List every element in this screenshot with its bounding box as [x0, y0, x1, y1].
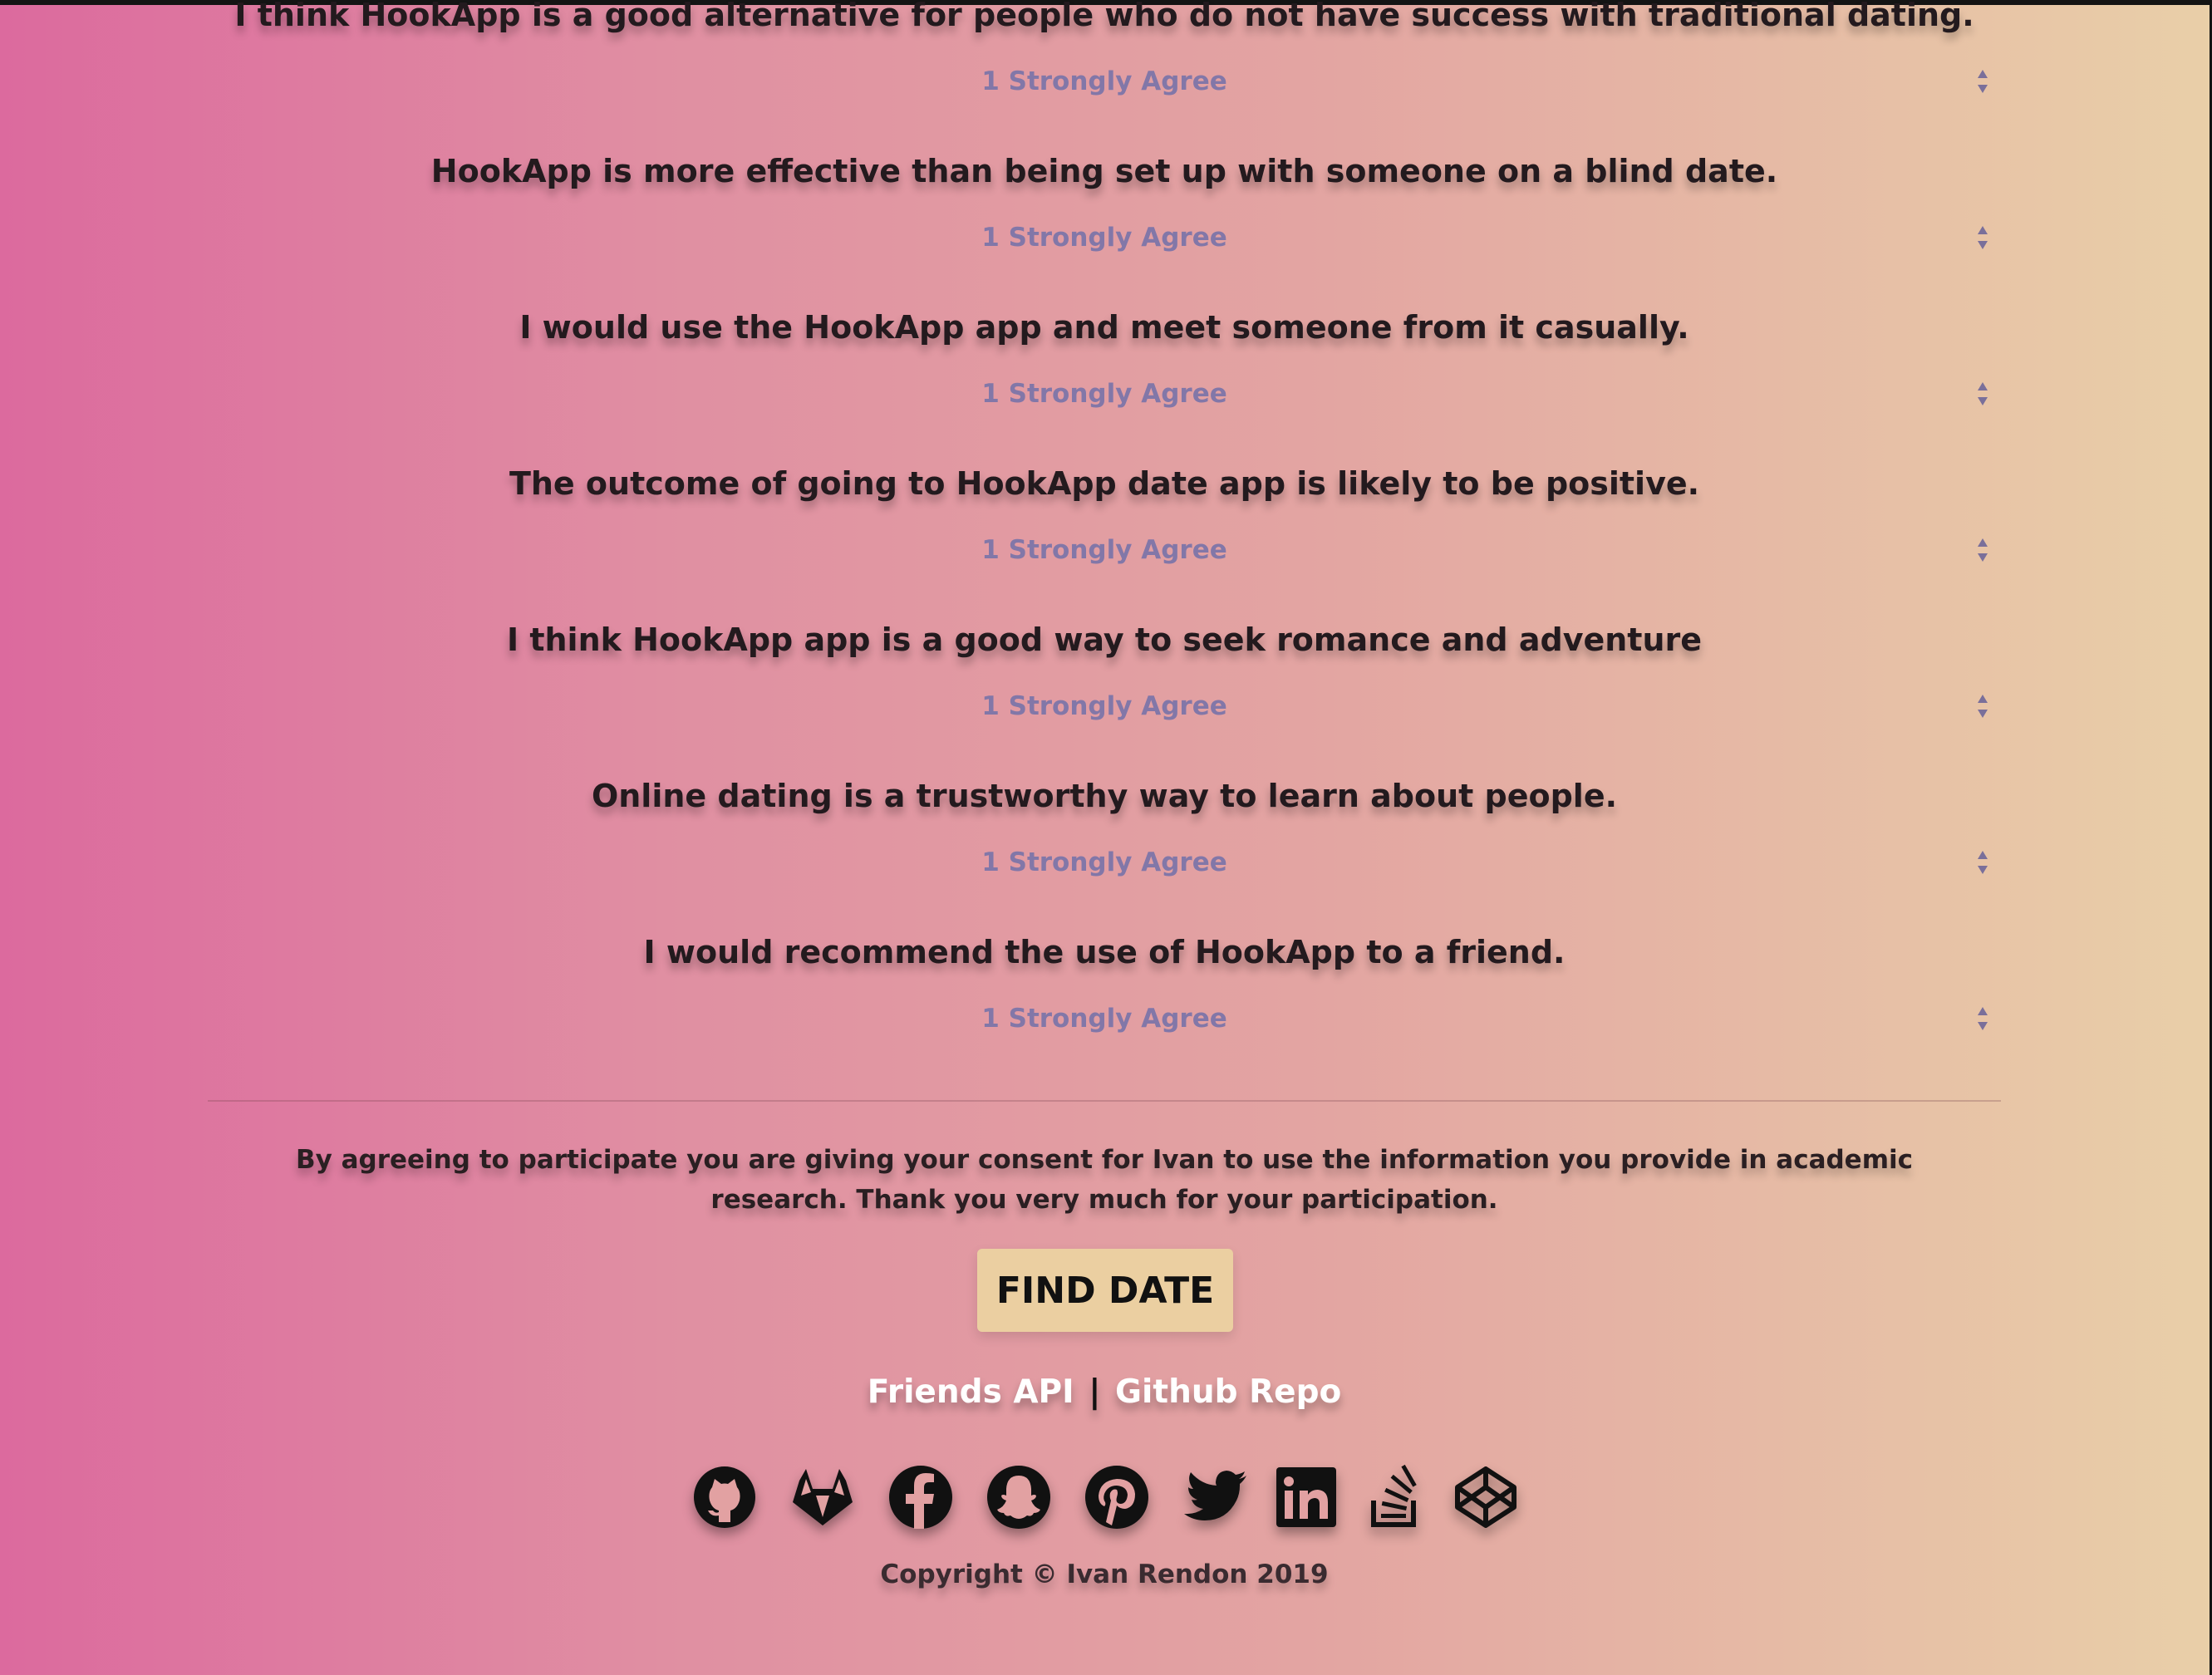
- social-icons: [690, 1462, 1521, 1534]
- answer-select[interactable]: 1 Strongly Agree: [208, 214, 2001, 261]
- friends-api-link[interactable]: Friends API: [868, 1373, 1074, 1411]
- answer-select[interactable]: 1 Strongly Agree: [208, 58, 2001, 105]
- select-value: 1 Strongly Agree: [981, 1004, 1227, 1034]
- github-icon[interactable]: [690, 1462, 759, 1532]
- github-repo-link[interactable]: Github Repo: [1115, 1373, 1341, 1411]
- answer-select[interactable]: 1 Strongly Agree: [208, 995, 2001, 1042]
- answer-select[interactable]: 1 Strongly Agree: [208, 839, 2001, 886]
- answer-select[interactable]: 1 Strongly Agree: [208, 527, 2001, 573]
- question-group: I think HookApp app is a good way to see…: [208, 615, 2001, 771]
- question-text: The outcome of going to HookApp date app…: [509, 465, 1700, 502]
- snapchat-icon[interactable]: [984, 1462, 1054, 1532]
- select-value: 1 Strongly Agree: [981, 223, 1227, 253]
- question-group: I think HookApp is a good alternative fo…: [208, 0, 2001, 146]
- question-group: I would recommend the use of HookApp to …: [208, 927, 2001, 1083]
- link-separator: |: [1089, 1373, 1101, 1411]
- select-value: 1 Strongly Agree: [981, 847, 1227, 877]
- find-date-button[interactable]: FIND DATE: [977, 1249, 1233, 1332]
- divider: [208, 1100, 2001, 1102]
- question-text: I think HookApp app is a good way to see…: [506, 621, 1703, 658]
- answer-select[interactable]: 1 Strongly Agree: [208, 683, 2001, 729]
- select-value: 1 Strongly Agree: [981, 379, 1227, 409]
- select-arrows-icon: [1974, 66, 1991, 96]
- footer-links: Friends API | Github Repo: [208, 1368, 2001, 1417]
- stackoverflow-icon[interactable]: [1361, 1462, 1431, 1532]
- select-arrows-icon: [1974, 223, 1991, 253]
- question-text: HookApp is more effective than being set…: [430, 153, 1778, 189]
- select-arrows-icon: [1974, 379, 1991, 409]
- select-value: 1 Strongly Agree: [981, 691, 1227, 721]
- question-text: I would recommend the use of HookApp to …: [643, 934, 1566, 970]
- question-group: Online dating is a trustworthy way to le…: [208, 771, 2001, 927]
- pinterest-icon[interactable]: [1082, 1462, 1152, 1532]
- question-text: I would use the HookApp app and meet som…: [519, 309, 1689, 346]
- select-value: 1 Strongly Agree: [981, 535, 1227, 565]
- facebook-icon[interactable]: [886, 1462, 956, 1532]
- select-arrows-icon: [1974, 691, 1991, 721]
- answer-select[interactable]: 1 Strongly Agree: [208, 371, 2001, 417]
- question-text: I think HookApp is a good alternative fo…: [234, 0, 1974, 33]
- question-group: I would use the HookApp app and meet som…: [208, 302, 2001, 459]
- question-text: Online dating is a trustworthy way to le…: [591, 778, 1618, 814]
- consent-text: By agreeing to participate you are givin…: [295, 1145, 1914, 1215]
- select-value: 1 Strongly Agree: [981, 66, 1227, 96]
- twitter-icon[interactable]: [1180, 1462, 1250, 1532]
- select-arrows-icon: [1974, 847, 1991, 877]
- copyright-text: Copyright © Ivan Rendon 2019: [880, 1560, 1329, 1589]
- select-arrows-icon: [1974, 535, 1991, 565]
- linkedin-icon[interactable]: [1271, 1462, 1341, 1532]
- codepen-icon[interactable]: [1451, 1462, 1521, 1532]
- question-group: The outcome of going to HookApp date app…: [208, 459, 2001, 615]
- gitlab-icon[interactable]: [788, 1462, 858, 1532]
- select-arrows-icon: [1974, 1004, 1991, 1034]
- question-group: HookApp is more effective than being set…: [208, 146, 2001, 302]
